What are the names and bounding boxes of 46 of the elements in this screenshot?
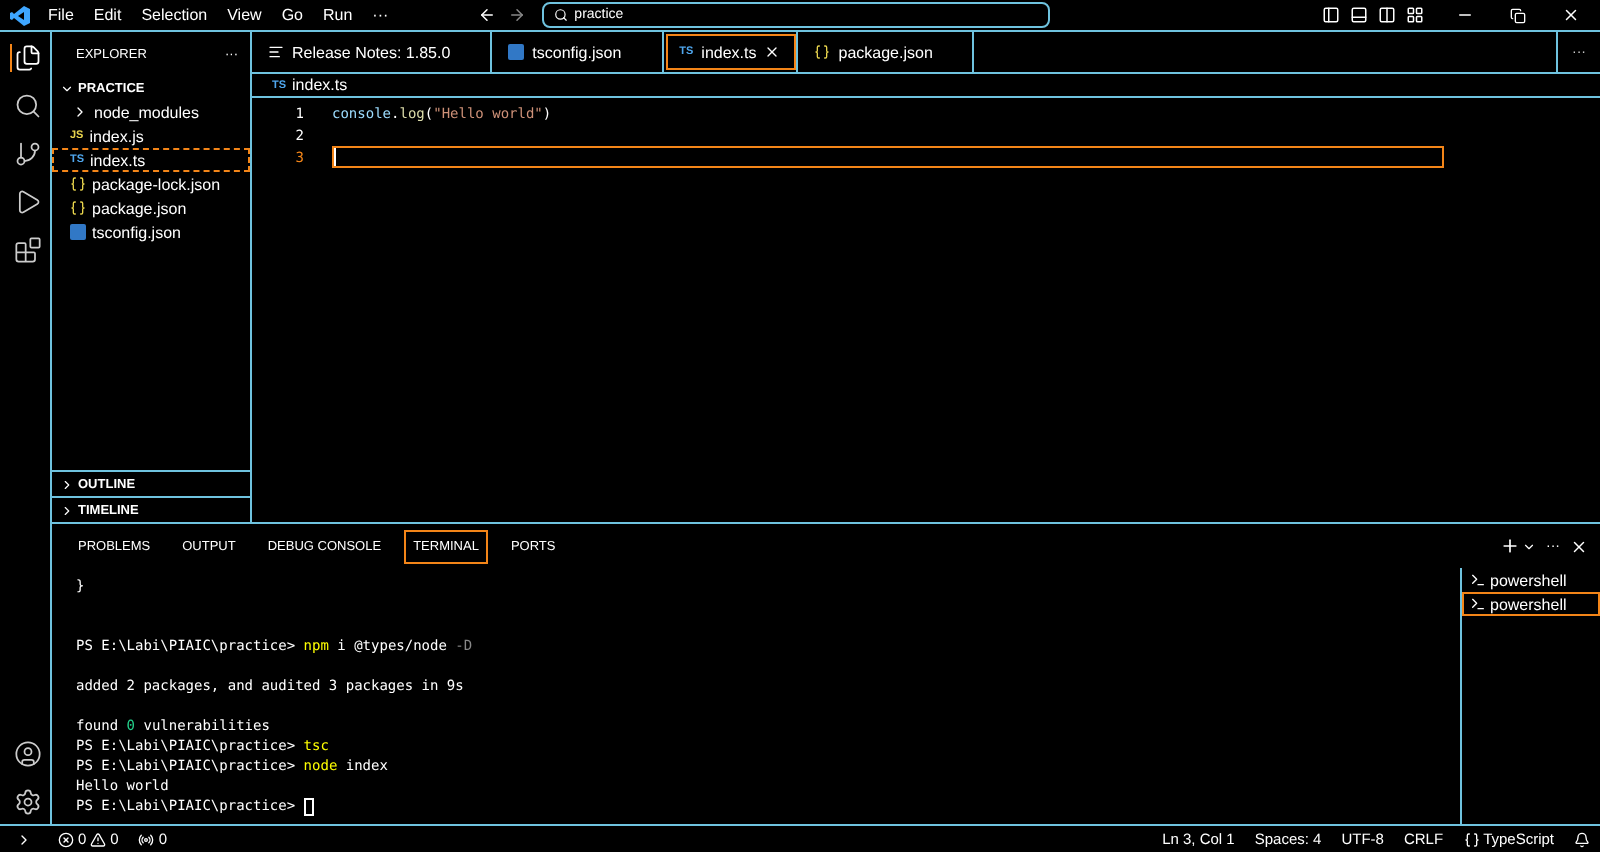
broadcast-icon bbox=[138, 831, 155, 847]
tree-item[interactable]: tsconfig.json bbox=[52, 220, 250, 244]
menu-item[interactable]: Go bbox=[271, 6, 313, 24]
braces-icon bbox=[70, 200, 86, 216]
add-icon[interactable] bbox=[1500, 536, 1520, 556]
editor-tab[interactable]: Release Notes: 1.85.0 bbox=[252, 32, 493, 72]
menu-item[interactable]: Selection bbox=[131, 6, 218, 24]
terminal-icon bbox=[1470, 572, 1486, 588]
blocks-icon[interactable] bbox=[9, 236, 41, 264]
restore-icon[interactable] bbox=[1510, 7, 1526, 23]
tree-item[interactable]: package-lock.json bbox=[52, 172, 250, 196]
menu-item[interactable]: Run bbox=[312, 6, 363, 24]
menu-item[interactable]: View bbox=[217, 6, 272, 24]
braces-icon bbox=[1463, 831, 1480, 847]
text-cursor bbox=[334, 148, 336, 166]
editor-tab[interactable]: package.json bbox=[798, 32, 975, 72]
sidebar-toggle-icon[interactable] bbox=[1322, 6, 1340, 24]
braces-icon bbox=[814, 44, 831, 60]
terminal-item[interactable]: powershell bbox=[1462, 568, 1600, 592]
tree-item[interactable]: node_modules bbox=[52, 100, 250, 124]
terminal-item[interactable]: powershell bbox=[1462, 592, 1600, 616]
panel-toggle-icon[interactable] bbox=[1350, 6, 1368, 24]
menu-item[interactable]: Edit bbox=[83, 6, 132, 24]
menu-item[interactable]: ··· bbox=[362, 6, 399, 24]
braces-icon bbox=[70, 176, 86, 192]
tree-item[interactable]: package.json bbox=[52, 196, 250, 220]
close-icon[interactable] bbox=[1570, 537, 1588, 555]
editor-tab[interactable]: tsconfig.json bbox=[492, 32, 664, 72]
warning-icon bbox=[90, 831, 107, 847]
terminal-icon bbox=[1470, 596, 1486, 612]
close-icon[interactable] bbox=[764, 44, 781, 60]
account-icon[interactable] bbox=[9, 740, 41, 768]
chevron-icon[interactable] bbox=[1522, 539, 1536, 553]
tsconfig-file-icon bbox=[508, 44, 525, 60]
close-icon[interactable] bbox=[1562, 6, 1580, 24]
search-icon bbox=[554, 8, 569, 22]
forward-icon[interactable] bbox=[508, 6, 527, 24]
error-icon bbox=[58, 831, 74, 847]
menu-item[interactable]: File bbox=[38, 6, 84, 24]
back-icon[interactable] bbox=[478, 6, 497, 24]
layout-icon[interactable] bbox=[1406, 6, 1424, 24]
logo-icon bbox=[10, 5, 30, 25]
tsconfig-file-icon bbox=[70, 224, 86, 240]
lines-icon bbox=[268, 44, 284, 60]
split-icon[interactable] bbox=[1378, 6, 1396, 24]
files-icon[interactable] bbox=[9, 44, 41, 72]
